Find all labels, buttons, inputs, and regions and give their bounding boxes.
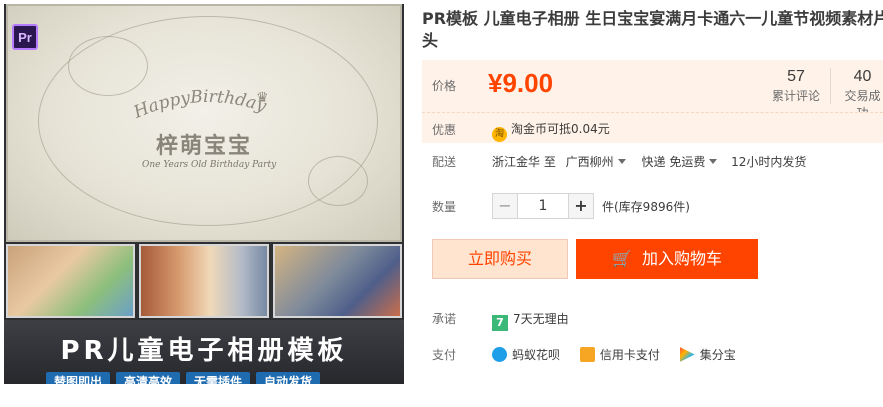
add-to-cart-label: 加入购物车 [641,249,722,268]
payment-jifenbao-label: 集分宝 [699,348,736,362]
ship-time: 12小时内发货 [731,155,807,169]
thumbnail-1[interactable] [6,244,136,318]
svg-text:HappyBirthday: HappyBirthday [130,87,269,123]
promo-banner: PR儿童电子相册模板 替图即出 高清高效 无需插件 自动发货 [4,320,404,384]
promo-text: 淘金币可抵0.04元 [511,122,610,136]
review-stat[interactable]: 57 累计评论 [772,68,820,104]
add-to-cart-button[interactable]: 🛒 加入购物车 [576,239,758,279]
stock-info: 件(库存9896件) [602,199,690,214]
quantity-row: 数量 − 1 + 件(库存9896件) [422,192,883,220]
thumbnail-3[interactable] [272,244,402,318]
chevron-down-icon [709,159,718,164]
payment-label: 支付 [432,348,457,362]
price-label: 价格 [432,79,457,93]
taobao-coin-icon: 淘 [492,127,507,142]
decorative-swirl [308,156,368,206]
main-product-image[interactable]: Pr HappyBirthday ♛ 梓萌宝宝 One Years Old Bi… [6,4,402,242]
birthday-subtitle: One Years Old Birthday Party [142,160,277,170]
stat-divider [830,68,831,104]
premiere-pro-icon: Pr [12,24,38,50]
quantity-label: 数量 [432,200,457,214]
seven-day-return-icon: 7 [492,315,508,331]
banner-tag: 高清高效 [116,372,181,384]
payment-credit-card-label: 信用卡支付 [599,348,660,362]
review-label: 累计评论 [772,89,821,103]
promo-panel: 优惠 淘淘金币可抵0.04元 [422,112,883,143]
banner-tags: 替图即出 高清高效 无需插件 自动发货 [46,372,321,384]
quantity-input[interactable]: 1 [518,193,568,219]
payment-credit-card[interactable]: 信用卡支付 [579,346,660,363]
thumbnail-strip [6,244,402,318]
promise-text: 7天无理由 [513,312,569,326]
ship-from: 浙江金华 至 [492,155,556,169]
baby-name: 梓萌宝宝 [156,134,253,159]
product-gallery: Pr HappyBirthday ♛ 梓萌宝宝 One Years Old Bi… [4,4,404,384]
quantity-decrease-button[interactable]: − [492,193,518,219]
chevron-down-icon [617,159,626,164]
price-value: ¥9.00 [488,68,554,98]
crown-icon: ♛ [256,90,269,106]
credit-card-icon [579,347,595,362]
product-title-continued: 头 [422,31,439,50]
banner-tag: 替图即出 [46,372,111,384]
ship-to-select[interactable]: 广西柳州 [566,155,632,169]
thumbnail-2[interactable] [139,244,269,318]
ship-method-select[interactable]: 快递 免运费 [642,155,724,169]
product-detail: PR模板 儿童电子相册 生日宝宝宴满月卡通六一儿童节视频素材片 头 价格 ¥9.… [422,0,883,407]
payment-jifenbao[interactable]: 集分宝 [679,346,736,363]
payment-methods: 蚂蚁花呗 信用卡支付 集分宝 [492,346,752,363]
deal-count: 40 [853,68,872,85]
shipping-value: 浙江金华 至 广西柳州 快递 免运费 12小时内发货 [492,153,806,170]
promo-value: 淘淘金币可抵0.04元 [492,120,610,142]
price-panel: 价格 ¥9.00 57 累计评论 40 交易成功 [422,60,883,120]
ship-method-text: 快递 免运费 [641,155,706,169]
product-title: PR模板 儿童电子相册 生日宝宝宴满月卡通六一儿童节视频素材片 [422,9,883,28]
huabei-icon [492,347,507,362]
banner-tag: 无需插件 [186,372,251,384]
promise-value[interactable]: 7 7天无理由 [492,310,569,331]
payment-huabei-label: 蚂蚁花呗 [512,348,561,362]
promo-label: 优惠 [432,123,457,137]
review-count: 57 [787,68,805,85]
quantity-increase-button[interactable]: + [568,193,594,219]
ship-to-text: 广西柳州 [565,155,614,169]
buy-now-button[interactable]: 立即购买 [432,239,568,279]
banner-title: PR儿童电子相册模板 [60,336,348,366]
banner-tag: 自动发货 [256,372,321,384]
shopping-cart-icon: 🛒 [612,249,632,268]
quantity-stepper: − 1 + 件(库存9896件) [492,192,690,220]
payment-huabei[interactable]: 蚂蚁花呗 [492,346,560,363]
promise-label: 承诺 [432,312,457,326]
jifenbao-icon [679,347,695,362]
shipping-label: 配送 [432,155,457,169]
